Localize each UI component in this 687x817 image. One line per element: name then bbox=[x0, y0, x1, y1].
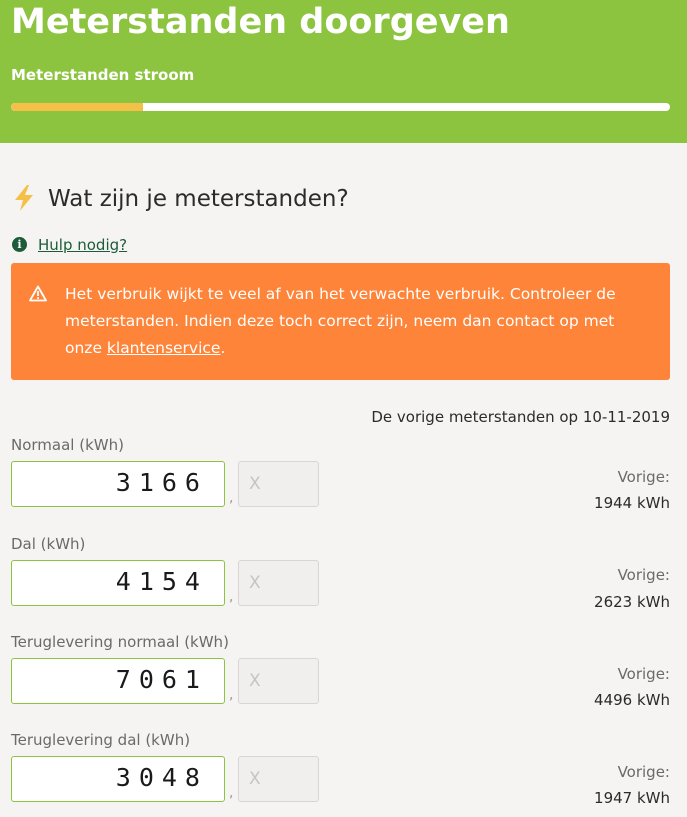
warning-triangle-icon bbox=[29, 285, 47, 302]
progress-fill bbox=[11, 103, 143, 111]
previous-label: Vorige: bbox=[617, 566, 670, 584]
field-label: Teruglevering normaal (kWh) bbox=[11, 633, 229, 651]
decimal-separator: , bbox=[229, 589, 234, 605]
previous-readings-heading: De vorige meterstanden op 10-11-2019 bbox=[371, 408, 670, 426]
previous-label: Vorige: bbox=[617, 763, 670, 781]
help-link[interactable]: Hulp nodig? bbox=[38, 236, 127, 254]
meter-reading-input[interactable]: 3166 bbox=[11, 461, 225, 507]
question-title: Wat zijn je meterstanden? bbox=[48, 186, 349, 212]
progress-bar bbox=[11, 103, 670, 111]
step-label: Meterstanden stroom bbox=[11, 66, 195, 84]
decimal-input[interactable]: X bbox=[238, 658, 319, 704]
alert-message: Het verbruik wijkt te veel af van het ve… bbox=[65, 281, 625, 362]
meter-reading-value: 7061 bbox=[115, 665, 208, 694]
decimal-placeholder: X bbox=[249, 671, 261, 691]
meter-reading-input[interactable]: 4154 bbox=[11, 560, 225, 606]
decimal-input[interactable]: X bbox=[238, 560, 319, 606]
decimal-separator: , bbox=[229, 785, 234, 801]
field-label: Dal (kWh) bbox=[11, 535, 86, 553]
lightning-icon bbox=[15, 185, 33, 211]
meter-reading-input[interactable]: 7061 bbox=[11, 658, 225, 704]
previous-label: Vorige: bbox=[617, 665, 670, 683]
meter-reading-value: 4154 bbox=[115, 567, 208, 596]
field-label: Teruglevering dal (kWh) bbox=[11, 731, 191, 749]
decimal-input[interactable]: X bbox=[238, 461, 319, 507]
info-icon: i bbox=[12, 237, 27, 252]
previous-value: 4496 kWh bbox=[594, 691, 670, 709]
meter-reading-value: 3166 bbox=[115, 468, 208, 497]
decimal-placeholder: X bbox=[249, 769, 261, 789]
alert-text-after: . bbox=[220, 339, 226, 357]
decimal-input[interactable]: X bbox=[238, 756, 319, 802]
customer-service-link[interactable]: klantenservice bbox=[107, 339, 221, 357]
meter-reading-value: 3048 bbox=[115, 763, 208, 792]
previous-label: Vorige: bbox=[617, 468, 670, 486]
decimal-placeholder: X bbox=[249, 573, 261, 593]
previous-value: 1944 kWh bbox=[594, 494, 670, 512]
previous-value: 1947 kWh bbox=[594, 789, 670, 807]
page-title: Meterstanden doorgeven bbox=[11, 2, 510, 42]
meter-reading-input[interactable]: 3048 bbox=[11, 756, 225, 802]
decimal-separator: , bbox=[229, 490, 234, 506]
previous-value: 2623 kWh bbox=[594, 593, 670, 611]
field-label: Normaal (kWh) bbox=[11, 436, 124, 454]
decimal-separator: , bbox=[229, 687, 234, 703]
warning-alert: Het verbruik wijkt te veel af van het ve… bbox=[11, 263, 670, 380]
page-header: Meterstanden doorgeven Meterstanden stro… bbox=[0, 0, 687, 143]
decimal-placeholder: X bbox=[249, 474, 261, 494]
